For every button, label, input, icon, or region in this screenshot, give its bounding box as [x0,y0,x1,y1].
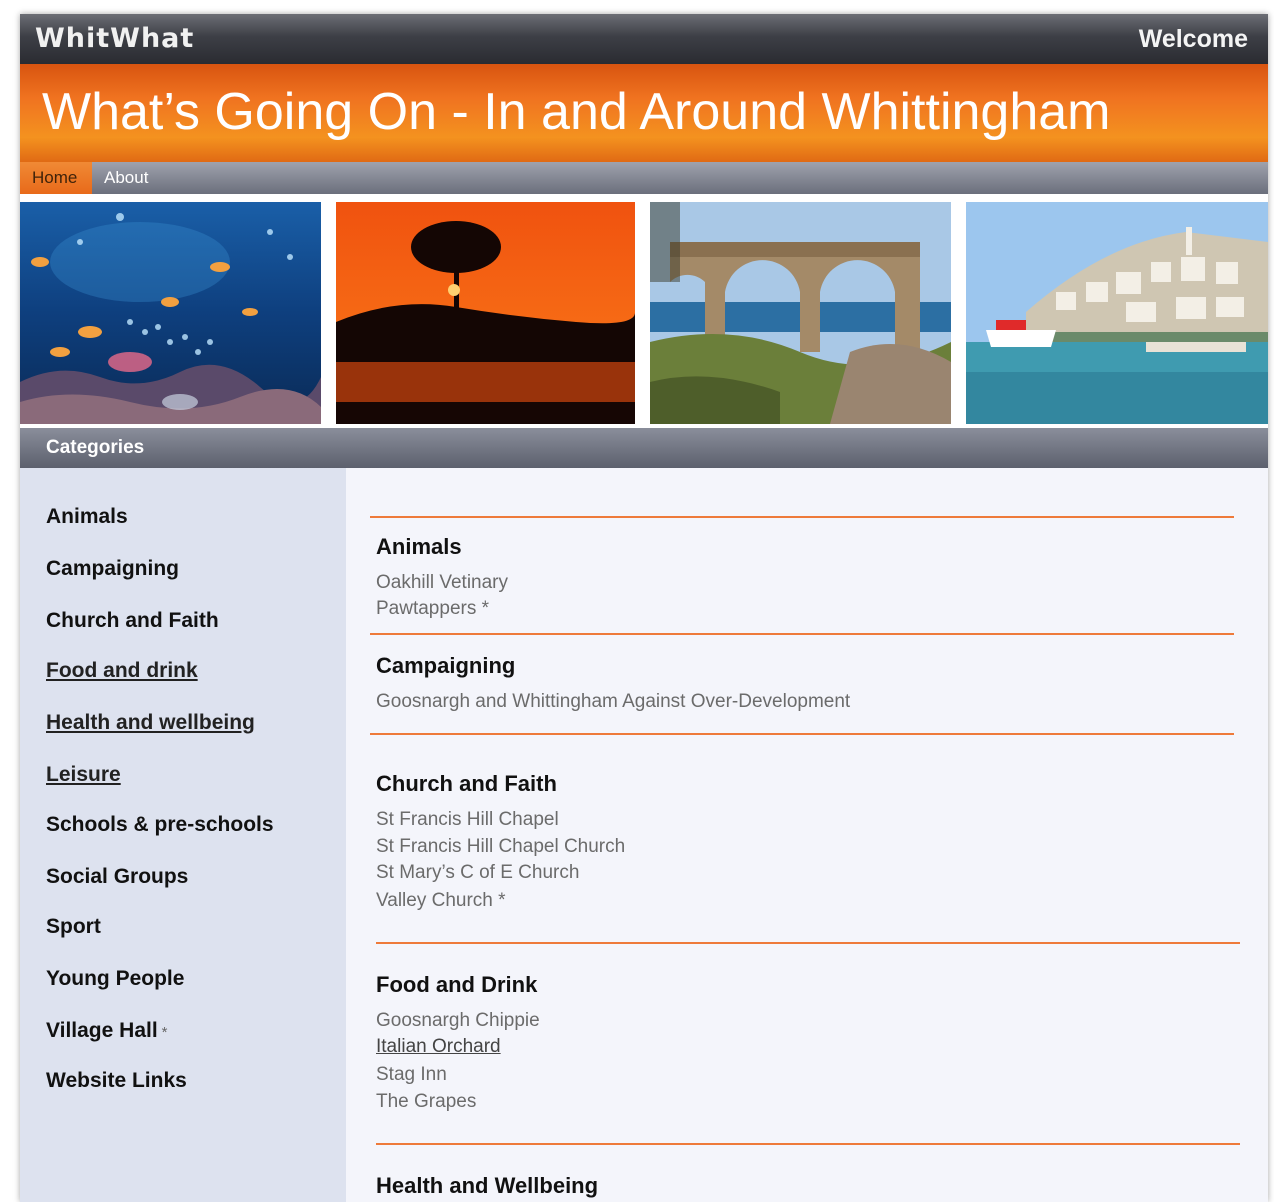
section-divider [370,733,1234,735]
banner: What’s Going On - In and Around Whitting… [20,64,1268,162]
section-title-health-and-wellbeing: Health and Wellbeing [376,1173,599,1198]
list-item[interactable]: Goosnargh Chippie [376,1010,540,1032]
top-bar: WhitWhat Welcome [20,14,1268,64]
photo-sunset [336,202,635,424]
sidebar-item-label: Village Hall [46,1019,158,1042]
sidebar: Animals Campaigning Church and Faith Foo… [20,468,346,1202]
nav-bar: Home About [20,162,1268,194]
categories-heading: Categories [46,437,145,458]
sidebar-item-animals[interactable]: Animals [46,505,128,529]
list-item[interactable]: Pawtappers * [376,598,489,620]
list-item[interactable]: The Grapes [376,1091,476,1113]
section-divider [376,1143,1240,1145]
categories-bar: Categories [20,428,1268,468]
sidebar-item-church-and-faith[interactable]: Church and Faith [46,609,219,633]
list-item[interactable]: Goosnargh and Whittingham Against Over-D… [376,691,850,713]
banner-title: What’s Going On - In and Around Whitting… [42,83,1111,141]
sidebar-item-sport[interactable]: Sport [46,915,101,939]
sidebar-item-social-groups[interactable]: Social Groups [46,865,188,889]
section-divider [370,633,1234,635]
list-item[interactable]: St Francis Hill Chapel [376,809,559,831]
nav-item-home[interactable]: Home [20,162,92,194]
section-divider [376,942,1240,944]
photo-underwater [20,202,321,424]
sidebar-item-campaigning[interactable]: Campaigning [46,557,179,581]
section-title-animals: Animals [376,534,462,559]
section-divider [370,516,1234,518]
sidebar-item-health-and-wellbeing[interactable]: Health and wellbeing [46,711,255,735]
section-title-campaigning: Campaigning [376,653,516,678]
photo-arches [650,202,951,424]
list-item[interactable]: St Francis Hill Chapel Church [376,836,625,858]
nav-item-about[interactable]: About [92,162,160,194]
sidebar-item-food-and-drink[interactable]: Food and drink [46,659,198,683]
list-item[interactable]: St Mary’s C of E Church [376,862,579,884]
sidebar-item-website-links[interactable]: Website Links [46,1069,187,1093]
section-title-food-and-drink: Food and Drink [376,972,538,997]
sidebar-item-young-people[interactable]: Young People [46,967,184,991]
main-content: Animals Oakhill Vetinary Pawtappers * Ca… [346,468,1268,1202]
page-frame: WhitWhat Welcome What’s Going On - In an… [20,14,1268,1202]
photo-harbour [966,202,1268,424]
sidebar-item-village-hall[interactable]: Village Hall * [46,1019,168,1043]
list-item[interactable]: Valley Church * [376,890,506,912]
site-brand[interactable]: WhitWhat [35,23,194,54]
sidebar-item-leisure[interactable]: Leisure [46,763,121,787]
welcome-text: Welcome [1138,25,1248,53]
photo-strip [20,194,1268,428]
section-title-church-and-faith: Church and Faith [376,771,557,796]
sidebar-item-schools[interactable]: Schools & pre-schools [46,813,274,837]
list-item[interactable]: Stag Inn [376,1064,447,1086]
list-item[interactable]: Italian Orchard [376,1036,501,1058]
marker-star: * [161,1024,168,1041]
list-item[interactable]: Oakhill Vetinary [376,572,508,594]
